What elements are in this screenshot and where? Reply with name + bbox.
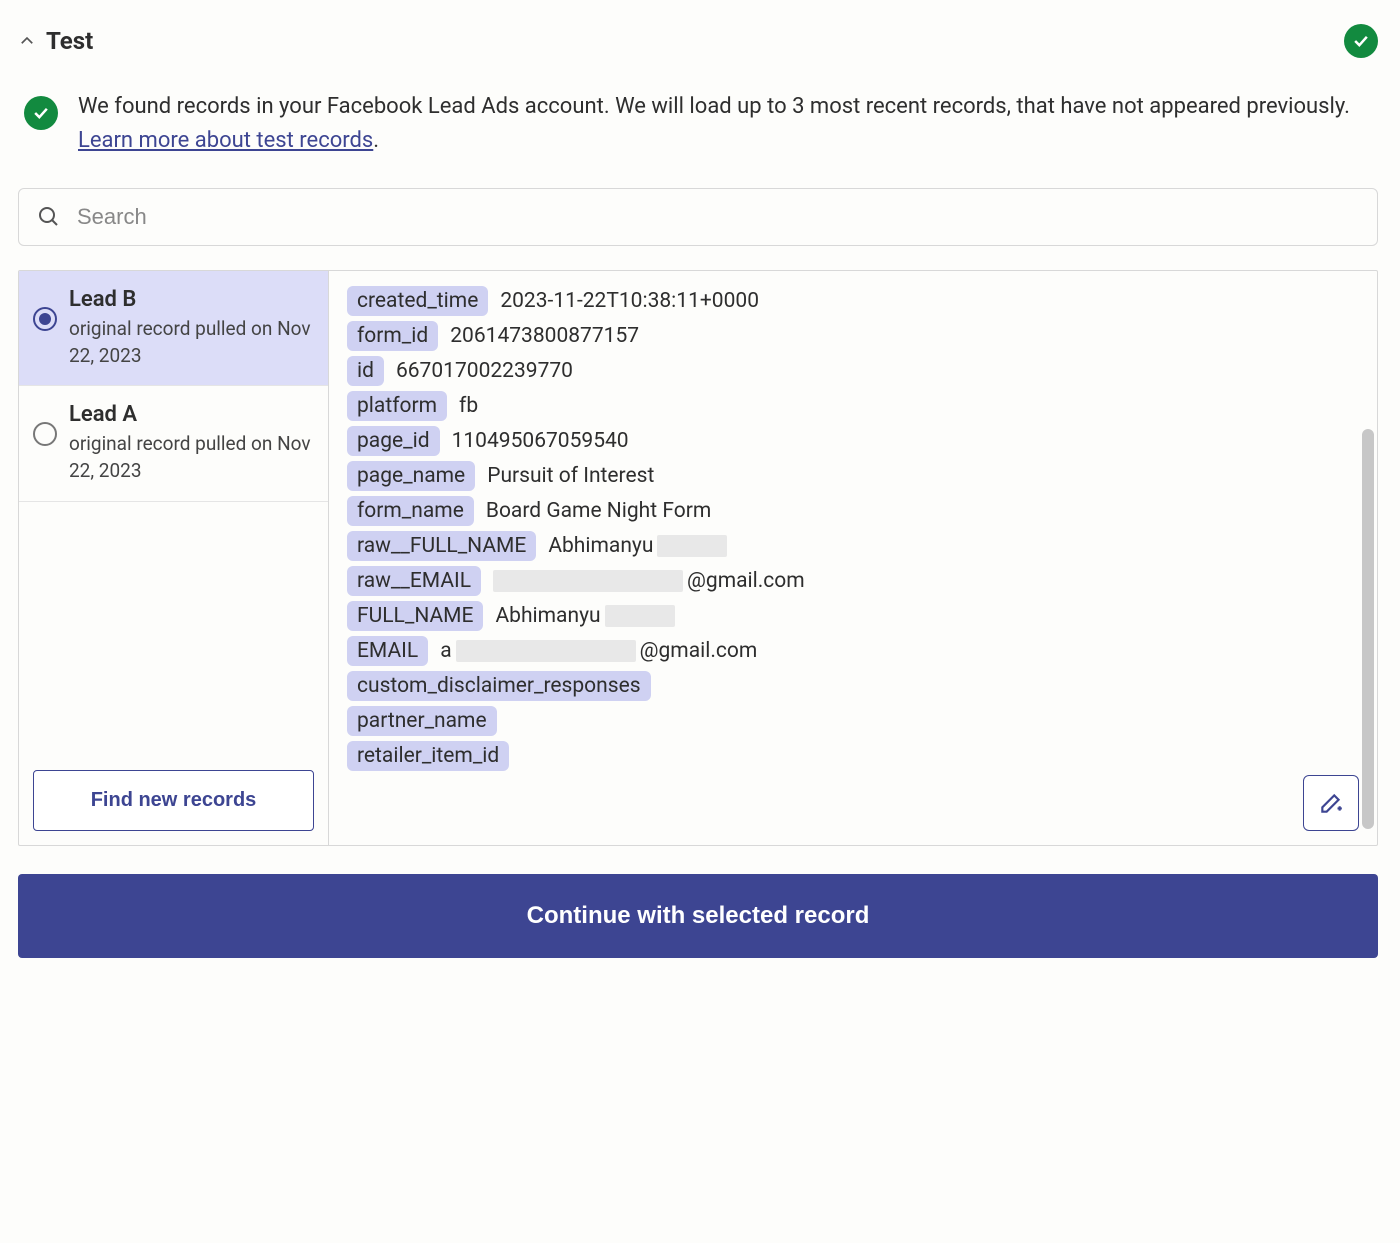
field-key: page_id <box>347 426 440 456</box>
field-row: FULL_NAME Abhimanyu <box>347 601 1359 631</box>
field-row: form_id 2061473800877157 <box>347 321 1359 351</box>
field-row: page_name Pursuit of Interest <box>347 461 1359 491</box>
field-value: Pursuit of Interest <box>487 464 654 488</box>
field-key: partner_name <box>347 706 497 736</box>
info-text-after: . <box>373 128 379 153</box>
info-text: We found records in your Facebook Lead A… <box>78 90 1378 158</box>
header-left[interactable]: Test <box>18 27 93 55</box>
record-details: created_time 2023-11-22T10:38:11+0000 form… <box>329 271 1377 845</box>
sidebar-footer: Find new records <box>19 756 328 845</box>
check-icon <box>24 96 58 130</box>
field-key: retailer_item_id <box>347 741 509 771</box>
field-value: @gmail.com <box>493 569 805 593</box>
field-value: 110495067059540 <box>452 429 629 453</box>
info-text-main: We found records in your Facebook Lead A… <box>78 94 1350 119</box>
field-row: form_name Board Game Night Form <box>347 496 1359 526</box>
record-text: Lead A original record pulled on Nov 22, … <box>69 402 314 484</box>
field-row: raw__FULL_NAME Abhimanyu <box>347 531 1359 561</box>
pencil-plus-icon <box>1318 790 1344 816</box>
field-row: partner_name <box>347 706 1359 736</box>
status-success-icon <box>1344 24 1378 58</box>
field-key: form_name <box>347 496 474 526</box>
records-list: Lead B original record pulled on Nov 22, … <box>19 271 328 756</box>
record-title: Lead B <box>69 287 314 312</box>
search-box[interactable] <box>18 188 1378 246</box>
field-key: form_id <box>347 321 438 351</box>
record-text: Lead B original record pulled on Nov 22, … <box>69 287 314 369</box>
field-key: platform <box>347 391 447 421</box>
radio-icon <box>33 307 57 331</box>
field-value: a@gmail.com <box>440 639 757 663</box>
redacted-segment <box>456 640 636 662</box>
field-key: page_name <box>347 461 475 491</box>
continue-button[interactable]: Continue with selected record <box>18 874 1378 958</box>
learn-more-link[interactable]: Learn more about test records <box>78 128 373 153</box>
record-item[interactable]: Lead A original record pulled on Nov 22, … <box>19 386 328 501</box>
field-value: 2023-11-22T10:38:11+0000 <box>500 289 759 313</box>
record-title: Lead A <box>69 402 314 427</box>
redacted-segment <box>605 605 675 627</box>
field-value: 2061473800877157 <box>450 324 639 348</box>
find-new-records-button[interactable]: Find new records <box>33 770 314 831</box>
redacted-segment <box>657 535 727 557</box>
field-key: custom_disclaimer_responses <box>347 671 651 701</box>
field-value: Abhimanyu <box>495 604 674 628</box>
chevron-up-icon <box>18 32 36 50</box>
info-banner: We found records in your Facebook Lead A… <box>18 90 1378 158</box>
record-item[interactable]: Lead B original record pulled on Nov 22, … <box>19 271 328 386</box>
section-title: Test <box>46 27 93 55</box>
field-key: id <box>347 356 384 386</box>
edit-record-button[interactable] <box>1303 775 1359 831</box>
scrollbar[interactable] <box>1362 429 1374 829</box>
field-key: raw__FULL_NAME <box>347 531 536 561</box>
records-sidebar: Lead B original record pulled on Nov 22, … <box>19 271 329 845</box>
field-row: created_time 2023-11-22T10:38:11+0000 <box>347 286 1359 316</box>
search-input[interactable] <box>75 203 1359 231</box>
field-row: page_id 110495067059540 <box>347 426 1359 456</box>
field-row: id 667017002239770 <box>347 356 1359 386</box>
records-panel: Lead B original record pulled on Nov 22, … <box>18 270 1378 846</box>
search-icon <box>37 205 61 229</box>
section-header: Test <box>18 24 1378 58</box>
field-key: raw__EMAIL <box>347 566 481 596</box>
record-subtitle: original record pulled on Nov 22, 2023 <box>69 316 314 369</box>
field-value: 667017002239770 <box>396 359 573 383</box>
field-value: Board Game Night Form <box>486 499 711 523</box>
field-value: Abhimanyu <box>548 534 727 558</box>
field-key: created_time <box>347 286 488 316</box>
record-subtitle: original record pulled on Nov 22, 2023 <box>69 431 314 484</box>
field-value: fb <box>459 394 478 418</box>
redacted-segment <box>493 570 683 592</box>
field-row: retailer_item_id <box>347 741 1359 771</box>
field-row: platform fb <box>347 391 1359 421</box>
record-details-inner[interactable]: created_time 2023-11-22T10:38:11+0000 form… <box>329 271 1377 845</box>
field-key: FULL_NAME <box>347 601 483 631</box>
radio-icon <box>33 422 57 446</box>
field-row: raw__EMAIL @gmail.com <box>347 566 1359 596</box>
field-row: custom_disclaimer_responses <box>347 671 1359 701</box>
field-key: EMAIL <box>347 636 428 666</box>
field-row: EMAIL a@gmail.com <box>347 636 1359 666</box>
